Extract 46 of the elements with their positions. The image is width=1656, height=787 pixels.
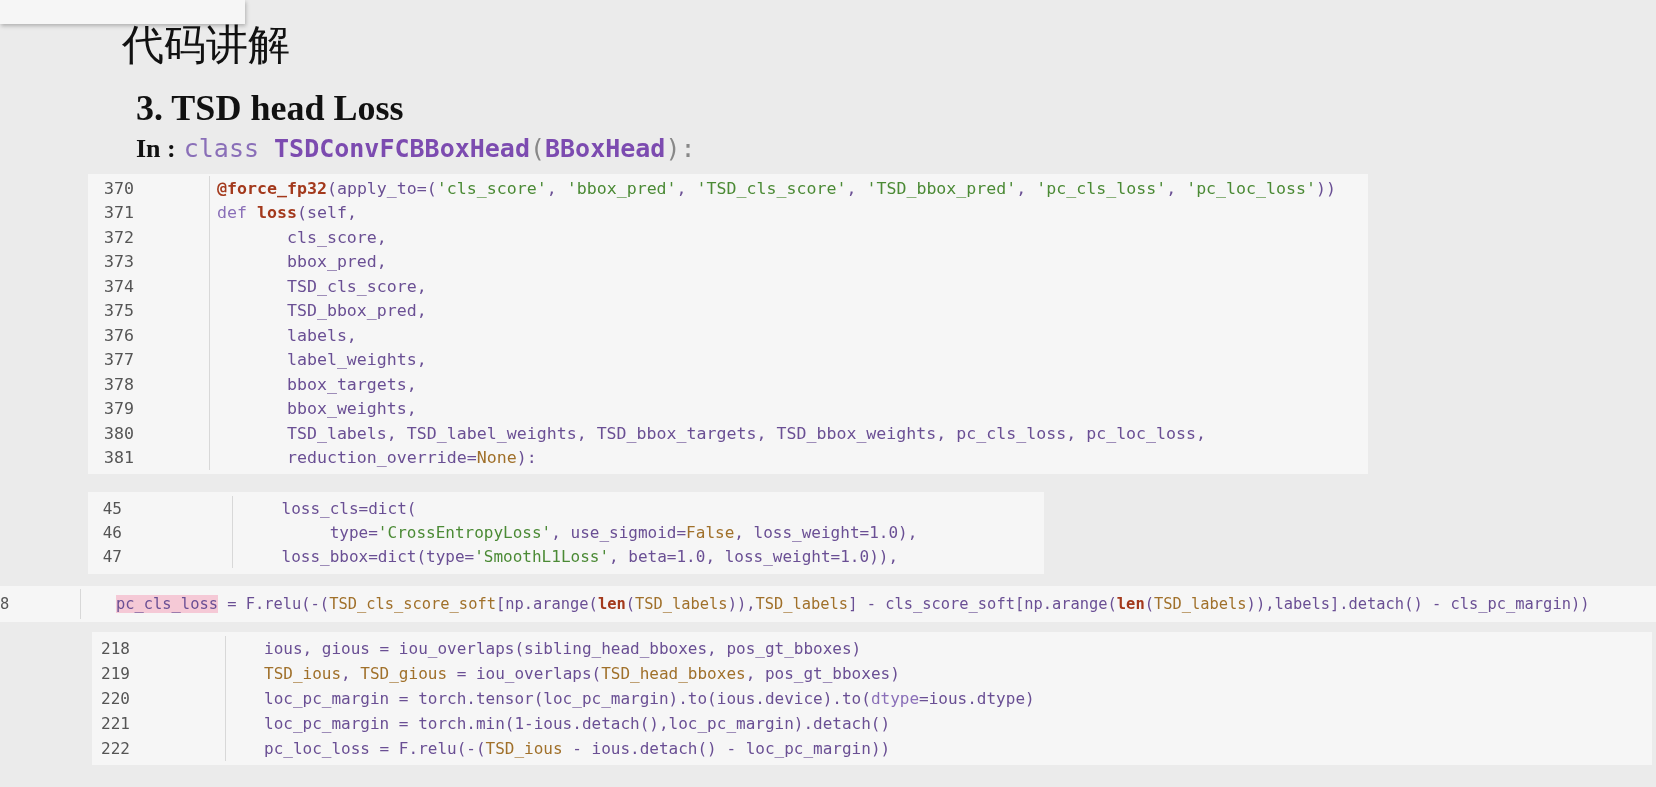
line-number: 373 <box>103 252 134 272</box>
line-number: 378 <box>103 374 134 394</box>
line-number: 377 <box>103 350 134 370</box>
code-line: @force_fp32(apply_to=('cls_score', 'bbox_pred', 'TSD_cls_score', 'TSD_bbox_pred', 'pc_cls_loss', 'pc_loc_loss')) <box>217 178 1336 198</box>
line-number: 8 <box>0 595 10 613</box>
line-number: 371 <box>103 203 134 223</box>
code-line: reduction_override=None): <box>285 448 537 468</box>
code-line: TSD_labels, TSD_label_weights, TSD_bbox_targets, TSD_bbox_weights, pc_cls_loss, pc_loc_loss, <box>285 423 1207 443</box>
code-line: loc_pc_margin = torch.tensor(loc_pc_margin).to(ious.device).to(dtype=ious.dtype) <box>263 689 1035 708</box>
section-heading: 3. TSD head Loss <box>136 88 404 128</box>
code-line: loss_bbox=dict(type='SmoothL1Loss', beta=1.0, loss_weight=1.0)), <box>280 546 899 566</box>
code-line: type='CrossEntropyLoss', use_sigmoid=False, loss_weight=1.0), <box>328 522 918 542</box>
line-number: 370 <box>103 178 134 198</box>
code-line: TSD_cls_score, <box>285 276 427 296</box>
line-number: 221 <box>100 714 130 733</box>
code-line: pc_cls_loss = F.relu(-(TSD_cls_score_soft[np.arange(len(TSD_labels)),TSD_labels] - cls_score_soft[np.arange(len(TSD_labels)),labels].detach() - cls_pc_margin)) <box>116 595 1590 613</box>
code-line: TSD_ious, TSD_gious = iou_overlaps(TSD_head_bboxes, pos_gt_bboxes) <box>263 664 900 683</box>
line-number: 372 <box>103 227 134 247</box>
code-line: cls_score, <box>285 227 387 247</box>
line-number: 375 <box>103 301 134 321</box>
line-number: 220 <box>100 689 130 708</box>
code-line: ious, gious = iou_overlaps(sibling_head_bboxes, pos_gt_bboxes) <box>263 639 862 658</box>
code-line: def loss(self, <box>217 203 357 223</box>
line-number: 45 <box>101 498 122 518</box>
code-line: bbox_targets, <box>285 374 417 394</box>
code-line: pc_loc_loss = F.relu(-(TSD_ious - ious.detach() - loc_pc_margin)) <box>263 739 891 758</box>
code-line: loc_pc_margin = torch.min(1-ious.detach(),loc_pc_margin).detach() <box>263 714 891 733</box>
line-number: 218 <box>100 639 130 658</box>
code-line: bbox_pred, <box>285 252 387 272</box>
line-number: 381 <box>103 448 134 468</box>
line-number: 47 <box>101 546 122 566</box>
line-number: 222 <box>100 739 130 758</box>
code-line: loss_cls=dict( <box>280 498 417 518</box>
line-number: 379 <box>103 399 134 419</box>
line-number: 46 <box>101 522 122 542</box>
line-number: 380 <box>103 423 134 443</box>
line-number: 219 <box>100 664 130 683</box>
class-signature: class TSDConvFCBBoxHead(BBoxHead): <box>183 134 696 163</box>
code-label: In : <box>136 134 176 164</box>
code-line: label_weights, <box>285 350 427 370</box>
code-line: bbox_weights, <box>285 399 417 419</box>
code-line: labels, <box>285 325 357 345</box>
line-number: 374 <box>103 276 134 296</box>
slide-title: 代码讲解 <box>122 20 290 70</box>
code-line: TSD_bbox_pred, <box>285 301 427 321</box>
line-number: 376 <box>103 325 134 345</box>
